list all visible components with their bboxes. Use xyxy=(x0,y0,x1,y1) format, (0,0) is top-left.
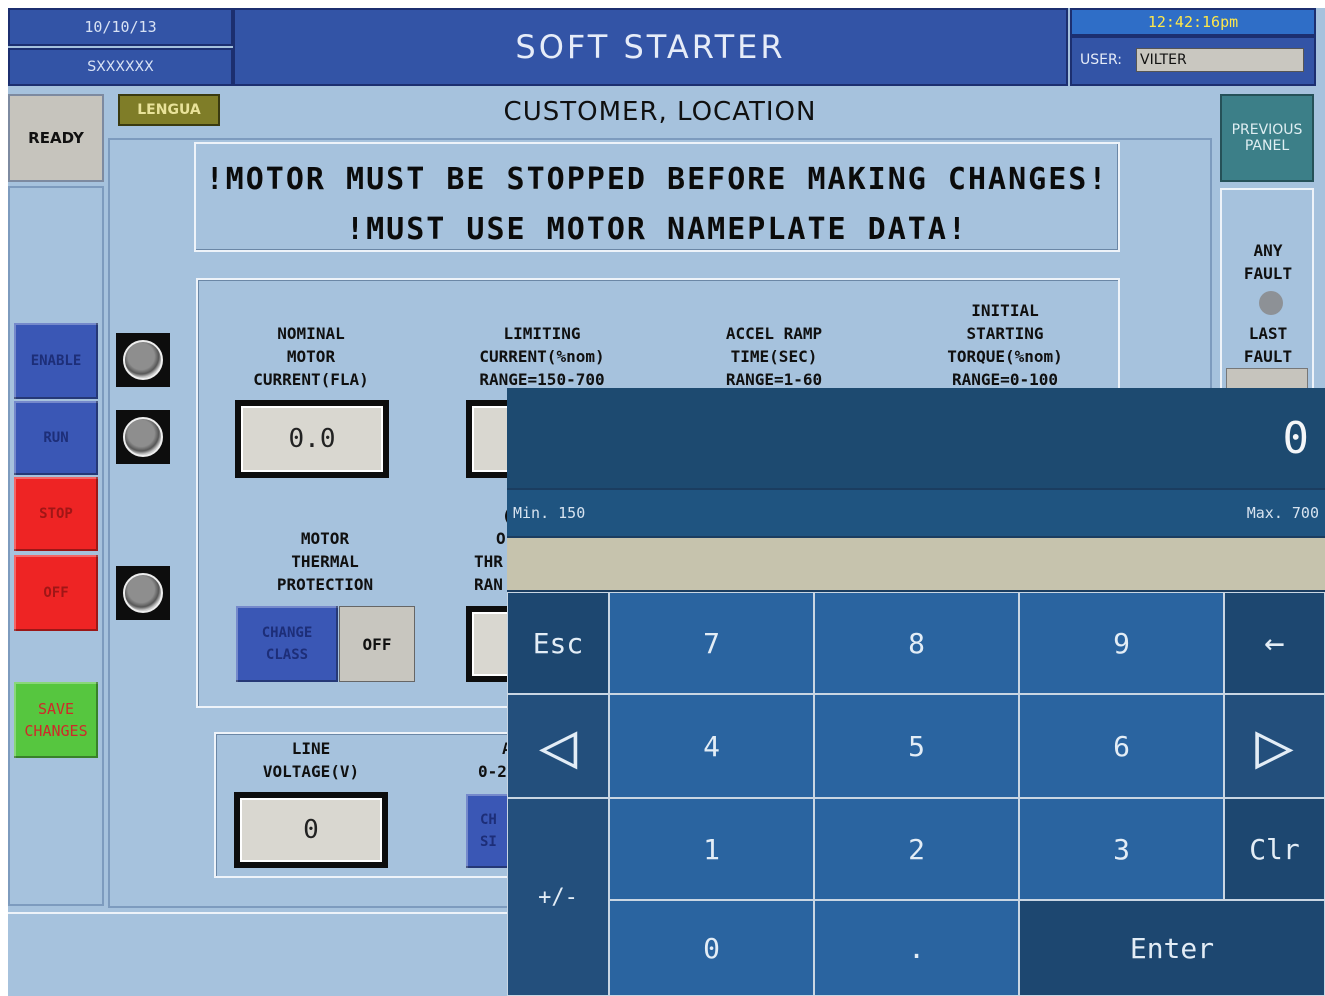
thermal-protection-label: MOTOR THERMAL PROTECTION xyxy=(236,527,414,596)
label-line: FAULT xyxy=(1243,264,1293,283)
key-1[interactable]: 1 xyxy=(609,798,814,900)
warning-line-1: !MOTOR MUST BE STOPPED BEFORE MAKING CHA… xyxy=(205,162,1109,197)
line-voltage-value: 0 xyxy=(240,798,382,862)
key-esc[interactable]: Esc xyxy=(507,592,609,694)
nominal-current-value: 0.0 xyxy=(241,406,383,472)
right-arrow-key[interactable]: ▷ xyxy=(1224,694,1325,798)
keypad-message-bar xyxy=(507,538,1325,590)
warning-line-2: !MUST USE MOTOR NAMEPLATE DATA! xyxy=(346,212,968,247)
label-line: LINE xyxy=(291,739,331,758)
label-line: ACCEL RAMP xyxy=(725,324,823,343)
key-0[interactable]: 0 xyxy=(609,900,814,996)
user-label: USER: xyxy=(1080,52,1122,68)
key-2[interactable]: 2 xyxy=(814,798,1019,900)
enable-button[interactable]: ENABLE xyxy=(14,323,98,399)
change-class-label-2: CLASS xyxy=(265,647,309,663)
line-voltage-label: LINE VOLTAGE(V) xyxy=(226,737,396,783)
backspace-key[interactable]: ← xyxy=(1224,592,1325,694)
nominal-current-label: NOMINAL MOTOR CURRENT(FLA) xyxy=(216,322,406,391)
label-line: NOMINAL xyxy=(277,324,345,343)
key-9[interactable]: 9 xyxy=(1019,592,1224,694)
stop-button[interactable]: STOP xyxy=(14,477,98,551)
user-panel: USER: VILTER xyxy=(1070,36,1316,86)
plus-minus-key[interactable]: +/- xyxy=(507,798,609,996)
run-button[interactable]: RUN xyxy=(14,401,98,475)
label-line: LIMITING xyxy=(503,324,581,343)
label-line: MOTOR xyxy=(286,347,336,366)
label-line: FAULT xyxy=(1243,347,1293,366)
any-fault-lamp-icon xyxy=(1259,291,1283,315)
previous-panel-button[interactable]: PREVIOUS PANEL xyxy=(1220,94,1314,182)
user-field[interactable]: VILTER xyxy=(1136,48,1304,72)
ready-status: READY xyxy=(8,94,104,182)
keypad-range: Min. 150 Max. 700 xyxy=(507,490,1325,536)
page-title: SOFT STARTER xyxy=(233,8,1068,86)
previous-panel-label-1: PREVIOUS xyxy=(1231,122,1303,138)
key-3[interactable]: 3 xyxy=(1019,798,1224,900)
key-7[interactable]: 7 xyxy=(609,592,814,694)
decimal-key[interactable]: . xyxy=(814,900,1019,996)
initial-torque-label: INITIAL STARTING TORQUE(%nom) RANGE=0-10… xyxy=(906,299,1104,391)
accel-ramp-label: ACCEL RAMP TIME(SEC) RANGE=1-60 xyxy=(676,322,872,391)
thermal-state: OFF xyxy=(339,606,415,682)
keypad-display: 0 xyxy=(507,388,1325,488)
language-button[interactable]: LENGUA xyxy=(118,94,220,126)
numeric-keypad: 0 Min. 150 Max. 700 Esc 7 8 9 ← ◁ 4 5 6 … xyxy=(507,388,1325,996)
key-5[interactable]: 5 xyxy=(814,694,1019,798)
key-4[interactable]: 4 xyxy=(609,694,814,798)
change-class-label-1: CHANGE xyxy=(261,625,313,641)
line-voltage-field[interactable]: 0 xyxy=(234,792,388,868)
save-changes-label-2: CHANGES xyxy=(24,722,88,740)
label-line: PROTECTION xyxy=(276,575,374,594)
last-fault-label: LAST FAULT xyxy=(1222,322,1314,368)
last-fault-field xyxy=(1226,368,1308,390)
save-changes-label-1: SAVE xyxy=(37,700,75,718)
label-line: LAST xyxy=(1248,324,1288,343)
header-serial: SXXXXXX xyxy=(8,48,233,86)
enter-key[interactable]: Enter xyxy=(1019,900,1325,996)
label-line: THERMAL xyxy=(291,552,359,571)
nominal-current-field[interactable]: 0.0 xyxy=(235,400,389,478)
label-line: TIME(SEC) xyxy=(730,347,818,366)
key-8[interactable]: 8 xyxy=(814,592,1019,694)
label-line: TORQUE(%nom) xyxy=(947,347,1063,366)
label-line: ANY xyxy=(1253,241,1283,260)
key-6[interactable]: 6 xyxy=(1019,694,1224,798)
any-fault-label: ANY FAULT xyxy=(1222,239,1314,285)
save-changes-button[interactable]: SAVE CHANGES xyxy=(14,682,98,758)
header-time: 12:42:16pm xyxy=(1070,8,1316,36)
label-line: CURRENT(FLA) xyxy=(253,370,369,389)
warning-box: !MOTOR MUST BE STOPPED BEFORE MAKING CHA… xyxy=(194,142,1120,252)
off-button[interactable]: OFF xyxy=(14,555,98,631)
label-line: CURRENT(%nom) xyxy=(479,347,605,366)
left-arrow-key[interactable]: ◁ xyxy=(507,694,609,798)
change-size-label-1: CH xyxy=(480,812,497,828)
change-class-button[interactable]: CHANGE CLASS xyxy=(236,606,338,682)
label-line: INITIAL xyxy=(971,301,1039,320)
label-line: VOLTAGE(V) xyxy=(262,762,360,781)
limiting-current-label: LIMITING CURRENT(%nom) RANGE=150-700 xyxy=(446,322,638,391)
previous-panel-label-2: PANEL xyxy=(1244,138,1290,154)
label-line: MOTOR xyxy=(300,529,350,548)
location-title: CUSTOMER, LOCATION xyxy=(503,97,817,127)
clear-key[interactable]: Clr xyxy=(1224,798,1325,900)
change-size-label-2: SI xyxy=(480,834,497,850)
keypad-max: Max. 700 xyxy=(1246,504,1319,522)
header-date: 10/10/13 xyxy=(8,8,233,46)
label-line: STARTING xyxy=(966,324,1044,343)
keypad-min: Min. 150 xyxy=(513,504,586,522)
bottom-bar xyxy=(8,912,508,996)
